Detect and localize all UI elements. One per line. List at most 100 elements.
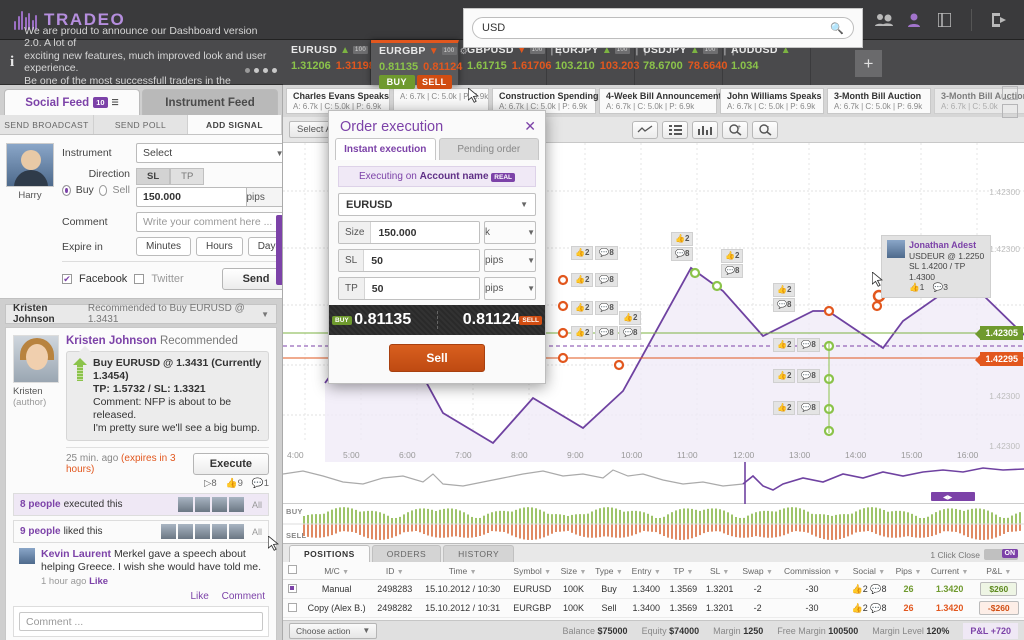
tp-unit-select[interactable]: pips▼: [484, 277, 536, 300]
tab-pending-order[interactable]: Pending order: [439, 138, 540, 160]
avatar-group[interactable]: [178, 497, 244, 512]
currency-tab-eurusd[interactable]: EURUSD ▲ 100 ❙❙ 1.312061.31198: [283, 40, 371, 85]
cell-pnl[interactable]: $260: [974, 580, 1024, 599]
col-social[interactable]: Social ▼: [847, 562, 892, 580]
choose-action-dropdown[interactable]: Choose action ▼: [289, 623, 377, 639]
col-symbol[interactable]: Symbol ▼: [508, 562, 556, 580]
row-checkbox[interactable]: [288, 603, 297, 612]
col-entry[interactable]: Entry ▼: [627, 562, 665, 580]
social-bubble[interactable]: 👍2💬8: [571, 246, 618, 260]
size-field[interactable]: Size 150.000: [338, 221, 480, 244]
social-bubble[interactable]: 👍2💬8: [571, 273, 618, 287]
table-row[interactable]: Copy (Alex B.) 2498282 15.10.2012 / 10:3…: [283, 599, 1024, 618]
social-bubble[interactable]: 👍2💬8: [671, 232, 693, 261]
zoom-in-icon[interactable]: +: [722, 121, 748, 139]
window-controls[interactable]: [1002, 86, 1018, 118]
toggle-switch[interactable]: ON: [984, 549, 1018, 560]
subtab-send-poll[interactable]: SEND POLL: [94, 115, 188, 134]
buy-button[interactable]: BUY: [379, 75, 415, 89]
tp-field[interactable]: TP 50: [338, 277, 480, 300]
bar-chart-icon[interactable]: [692, 121, 718, 139]
submit-sell-button[interactable]: Sell: [389, 344, 485, 372]
amount-input[interactable]: 150.000: [136, 187, 247, 207]
sl-unit-select[interactable]: pips▼: [484, 249, 536, 272]
close-icon[interactable]: ✕: [524, 118, 536, 135]
instrument-select[interactable]: Select ▼: [136, 143, 283, 163]
col-time[interactable]: Time ▼: [417, 562, 508, 580]
col-size[interactable]: Size ▼: [556, 562, 590, 580]
expire-hours-button[interactable]: Hours: [196, 237, 243, 256]
like-count[interactable]: 👍9: [226, 478, 243, 489]
col-current[interactable]: Current ▼: [926, 562, 974, 580]
fullscreen-icon[interactable]: [1002, 104, 1018, 118]
avatar-group[interactable]: [161, 524, 244, 539]
social-bubble[interactable]: 👍2💬8: [773, 338, 820, 352]
like-link[interactable]: Like: [89, 576, 108, 587]
tab-instant-execution[interactable]: Instant execution: [335, 138, 436, 160]
comment-count[interactable]: 💬1: [252, 478, 269, 489]
amount-unit-select[interactable]: pips ▼: [247, 187, 284, 207]
chart-overview[interactable]: ◀▶: [283, 462, 1024, 504]
subtab-add-signal[interactable]: ADD SIGNAL: [188, 115, 282, 134]
add-instrument-button[interactable]: +: [855, 50, 882, 77]
col-sl[interactable]: SL ▼: [702, 562, 738, 580]
size-unit-select[interactable]: k▼: [484, 221, 536, 244]
radio-sell[interactable]: [99, 185, 108, 196]
avatar[interactable]: [13, 335, 59, 383]
social-bubble[interactable]: 👍2💬8: [619, 311, 641, 340]
subtab-send-broadcast[interactable]: SEND BROADCAST: [0, 115, 94, 134]
social-bubble[interactable]: 👍2💬8: [773, 401, 820, 415]
col-pnl[interactable]: P&L ▼: [974, 562, 1024, 580]
tab-positions[interactable]: POSITIONS: [289, 545, 370, 562]
sell-button[interactable]: SELL: [417, 75, 453, 89]
bid-quote[interactable]: BUY 0.81135: [329, 311, 438, 329]
col-swap[interactable]: Swap ▼: [738, 562, 778, 580]
social-bubble[interactable]: 👍2💬8: [773, 283, 795, 312]
all-link[interactable]: All: [252, 500, 262, 510]
execute-button[interactable]: Execute: [193, 453, 269, 475]
social-bubble[interactable]: 👍2💬8: [571, 326, 618, 340]
social-bubble[interactable]: 👍2💬8: [773, 369, 820, 383]
news-item[interactable]: 3-Month Bill AuctionA: 6.7k | C: 5.0k | …: [827, 88, 931, 114]
instrument-select[interactable]: EURUSD ▼: [338, 193, 536, 216]
twitter-checkbox[interactable]: [134, 274, 144, 284]
tab-orders[interactable]: ORDERS: [372, 545, 441, 562]
tab-sl[interactable]: SL: [136, 168, 170, 185]
comment-link[interactable]: Comment: [222, 591, 265, 602]
all-link[interactable]: All: [252, 527, 262, 537]
cell-pnl[interactable]: -$260: [974, 599, 1024, 618]
tab-history[interactable]: HISTORY: [443, 545, 514, 562]
col-pips[interactable]: Pips ▼: [891, 562, 925, 580]
zoom-out-icon[interactable]: -: [752, 121, 778, 139]
search-input[interactable]: [482, 22, 830, 34]
sl-field[interactable]: SL 50: [338, 249, 480, 272]
person-alert-icon[interactable]: [902, 8, 926, 32]
logout-icon[interactable]: [987, 8, 1011, 32]
cell-social[interactable]: 👍2 💬8: [847, 599, 892, 618]
col-tp[interactable]: TP ▼: [665, 562, 701, 580]
people-icon[interactable]: [872, 8, 896, 32]
row-checkbox[interactable]: [288, 584, 297, 593]
row-checkbox-cell[interactable]: [283, 580, 301, 599]
chevron-down-icon[interactable]: ▼: [261, 310, 269, 319]
comment-input[interactable]: Comment ...: [19, 612, 263, 631]
social-bubble[interactable]: 👍2💬8: [571, 301, 618, 315]
tab-tp[interactable]: TP: [170, 168, 204, 185]
sidebar-scrollbar[interactable]: [276, 215, 283, 285]
facebook-checkbox[interactable]: ✔: [62, 274, 72, 284]
list-icon[interactable]: [662, 121, 688, 139]
currency-tab-eurgbp[interactable]: EURGBP ▼ 100 ⚙ 0.811350.81124 BUYSELL: [371, 40, 459, 85]
carousel-dots[interactable]: [245, 68, 277, 73]
book-icon[interactable]: [932, 8, 956, 32]
executed-row[interactable]: 8 people executed this All: [13, 493, 269, 516]
radio-buy[interactable]: [62, 185, 71, 196]
like-link[interactable]: Like: [191, 591, 209, 602]
comment-input[interactable]: Write your comment here ...: [136, 212, 283, 232]
feed-filter-header[interactable]: Kristen Johnson Recommended to Buy EURUS…: [5, 304, 277, 324]
select-all-checkbox[interactable]: [288, 565, 297, 574]
row-checkbox-cell[interactable]: [283, 599, 301, 618]
one-click-close[interactable]: 1 Click Close ON: [930, 549, 1018, 560]
col-mc[interactable]: M/C ▼: [301, 562, 372, 580]
send-button[interactable]: Send: [222, 268, 283, 290]
cell-social[interactable]: 👍2 💬8: [847, 580, 892, 599]
